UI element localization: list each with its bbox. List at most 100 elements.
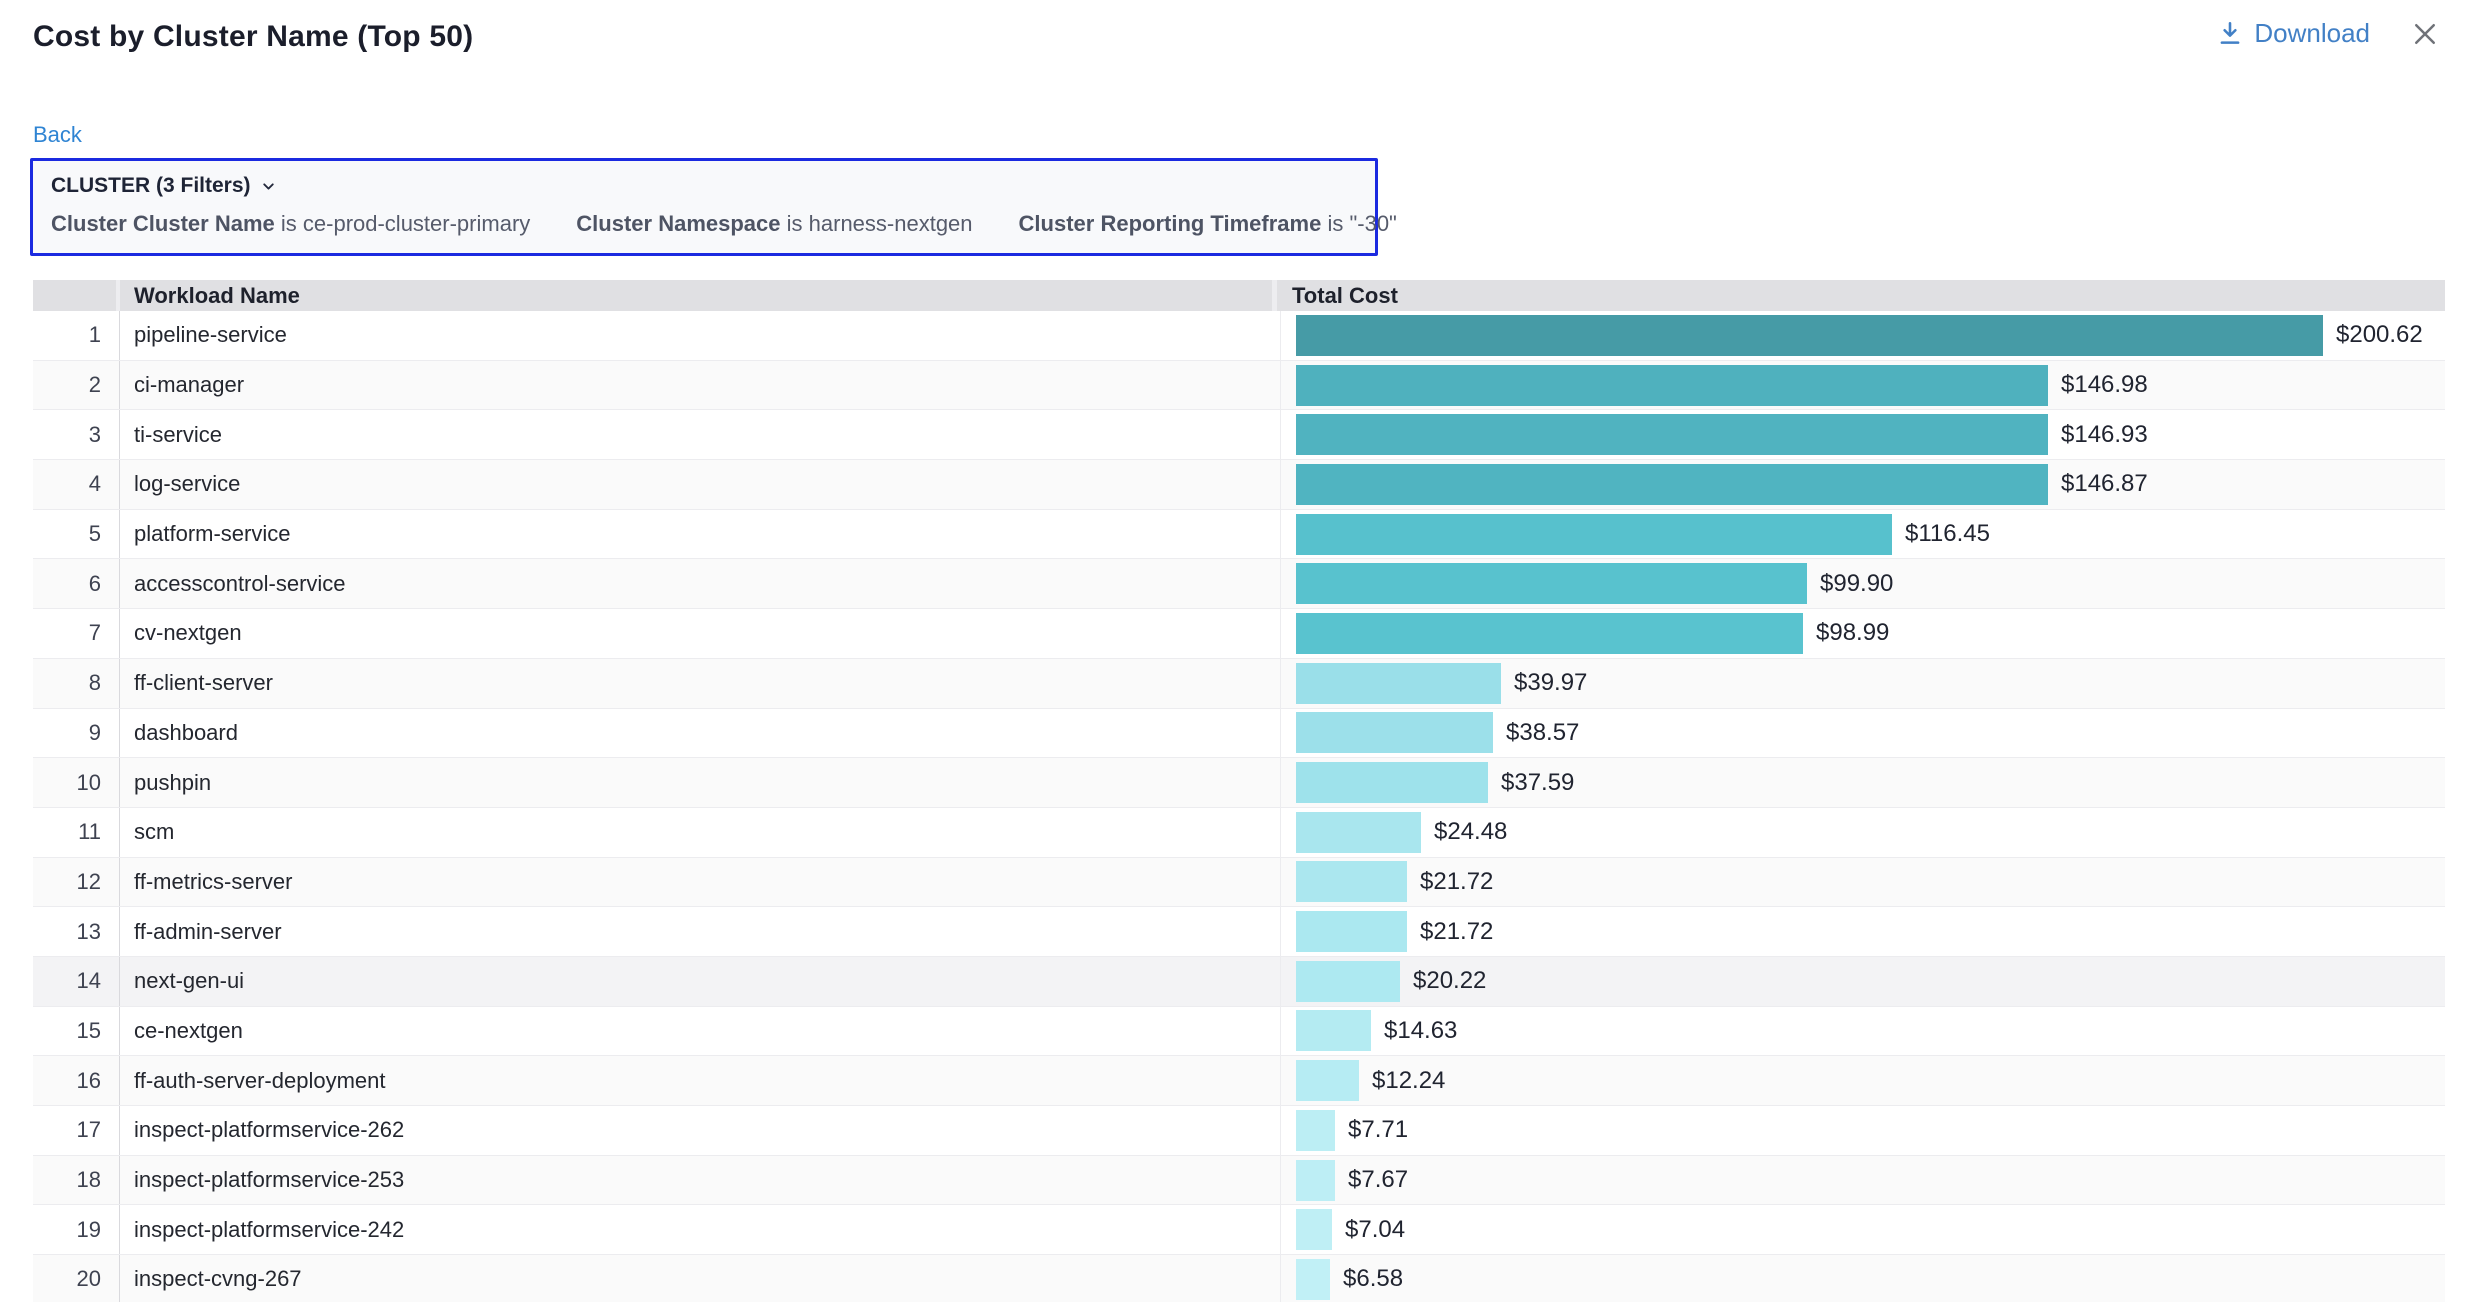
cost-value: $37.59 xyxy=(1501,769,1574,797)
table-row[interactable]: 1pipeline-service $200.62 xyxy=(33,311,2445,361)
close-icon xyxy=(2410,19,2440,49)
cost-bar xyxy=(1296,812,1421,853)
row-workload-name: dashboard xyxy=(120,709,1281,758)
table-row[interactable]: 15ce-nextgen$14.63 xyxy=(33,1007,2445,1057)
cost-bar xyxy=(1296,1110,1335,1151)
row-workload-name: accesscontrol-service xyxy=(120,559,1281,608)
row-rank: 1 xyxy=(33,311,120,360)
table-row[interactable]: 19inspect-platformservice-242$7.04 xyxy=(33,1205,2445,1255)
total-cost-column-header: Total Cost xyxy=(1277,280,2445,311)
back-link[interactable]: Back xyxy=(33,122,82,148)
row-workload-name: inspect-platformservice-242 xyxy=(120,1205,1281,1254)
cost-value: $146.98 xyxy=(2061,371,2148,399)
cost-value: $7.67 xyxy=(1348,1166,1408,1194)
download-button[interactable]: Download xyxy=(2217,18,2370,49)
row-workload-name: inspect-platformservice-253 xyxy=(120,1156,1281,1205)
row-cost-cell: $21.72 xyxy=(1281,907,2445,956)
cost-value: $14.63 xyxy=(1384,1017,1457,1045)
cost-value: $146.93 xyxy=(2061,421,2148,449)
row-cost-cell: $7.71 xyxy=(1281,1106,2445,1155)
table-row[interactable]: 3ti-service$146.93 xyxy=(33,410,2445,460)
row-cost-cell: $146.93 xyxy=(1281,410,2445,459)
cost-value: $6.58 xyxy=(1343,1265,1403,1293)
row-workload-name: ff-client-server xyxy=(120,659,1281,708)
row-cost-cell: $21.72 xyxy=(1281,858,2445,907)
row-rank: 18 xyxy=(33,1156,120,1205)
filter-details: Cluster Cluster Name is ce-prod-cluster-… xyxy=(51,211,1357,237)
table-row[interactable]: 13ff-admin-server$21.72 xyxy=(33,907,2445,957)
cost-value: $21.72 xyxy=(1420,868,1493,896)
table-row[interactable]: 5platform-service$116.45 xyxy=(33,510,2445,560)
table-row[interactable]: 10pushpin$37.59 xyxy=(33,758,2445,808)
cost-value: $200.62 xyxy=(2336,321,2423,349)
top-actions: Download xyxy=(2217,18,2440,49)
row-workload-name: pipeline-service xyxy=(120,311,1281,360)
row-rank: 7 xyxy=(33,609,120,658)
row-rank: 16 xyxy=(33,1056,120,1105)
filter-item-namespace: Cluster Namespace is harness-nextgen xyxy=(576,211,972,237)
row-cost-cell: $7.04 xyxy=(1281,1205,2445,1254)
row-cost-cell: $14.63 xyxy=(1281,1007,2445,1056)
row-cost-cell: $200.62 xyxy=(1281,311,2445,360)
row-rank: 2 xyxy=(33,361,120,410)
row-cost-cell: $37.59 xyxy=(1281,758,2445,807)
row-rank: 10 xyxy=(33,758,120,807)
table-row[interactable]: 18inspect-platformservice-253 $7.67 xyxy=(33,1156,2445,1206)
table-row[interactable]: 4log-service$146.87 xyxy=(33,460,2445,510)
cost-bar xyxy=(1296,663,1501,704)
row-cost-cell: $20.22 xyxy=(1281,957,2445,1006)
table-header: Workload Name Total Cost xyxy=(33,280,2445,311)
table-row[interactable]: 7cv-nextgen $98.99 xyxy=(33,609,2445,659)
cost-bar xyxy=(1296,1160,1335,1201)
cost-value: $38.57 xyxy=(1506,719,1579,747)
row-rank: 8 xyxy=(33,659,120,708)
cost-bar xyxy=(1296,514,1892,555)
row-rank: 11 xyxy=(33,808,120,857)
table-row[interactable]: 17inspect-platformservice-262$7.71 xyxy=(33,1106,2445,1156)
row-workload-name: inspect-cvng-267 xyxy=(120,1255,1281,1302)
cost-value: $39.97 xyxy=(1514,669,1587,697)
cost-bar xyxy=(1296,563,1807,604)
table-row[interactable]: 20inspect-cvng-267$6.58 xyxy=(33,1255,2445,1302)
table-row[interactable]: 16ff-auth-server-deployment$12.24 xyxy=(33,1056,2445,1106)
cost-bar xyxy=(1296,911,1407,952)
filter-item-timeframe: Cluster Reporting Timeframe is "-30" xyxy=(1019,211,1397,237)
filter-item-cluster-name: Cluster Cluster Name is ce-prod-cluster-… xyxy=(51,211,530,237)
cost-bar xyxy=(1296,1259,1330,1300)
cost-value: $98.99 xyxy=(1816,619,1889,647)
row-workload-name: cv-nextgen xyxy=(120,609,1281,658)
row-cost-cell: $39.97 xyxy=(1281,659,2445,708)
row-rank: 19 xyxy=(33,1205,120,1254)
cost-value: $7.71 xyxy=(1348,1116,1408,1144)
row-workload-name: inspect-platformservice-262 xyxy=(120,1106,1281,1155)
cost-bar xyxy=(1296,762,1488,803)
table-row[interactable]: 14next-gen-ui$20.22 xyxy=(33,957,2445,1007)
row-cost-cell: $98.99 xyxy=(1281,609,2445,658)
cost-bar xyxy=(1296,961,1400,1002)
filter-group-toggle[interactable]: CLUSTER (3 Filters) xyxy=(51,174,1357,198)
table-row[interactable]: 2ci-manager $146.98 xyxy=(33,361,2445,411)
table-row[interactable]: 12ff-metrics-server$21.72 xyxy=(33,858,2445,908)
row-workload-name: ci-manager xyxy=(120,361,1281,410)
table-row[interactable]: 6accesscontrol-service$99.90 xyxy=(33,559,2445,609)
download-icon xyxy=(2217,20,2243,48)
table-row[interactable]: 9dashboard $38.57 xyxy=(33,709,2445,759)
row-cost-cell: $146.87 xyxy=(1281,460,2445,509)
row-workload-name: platform-service xyxy=(120,510,1281,559)
chevron-down-icon xyxy=(260,178,277,195)
top-bar: Cost by Cluster Name (Top 50) Download xyxy=(0,0,2470,64)
row-cost-cell: $116.45 xyxy=(1281,510,2445,559)
row-cost-cell: $146.98 xyxy=(1281,361,2445,410)
table-row[interactable]: 11scm $24.48 xyxy=(33,808,2445,858)
cost-bar xyxy=(1296,1060,1359,1101)
row-rank: 9 xyxy=(33,709,120,758)
row-cost-cell: $7.67 xyxy=(1281,1156,2445,1205)
cost-value: $21.72 xyxy=(1420,918,1493,946)
table-row[interactable]: 8ff-client-server $39.97 xyxy=(33,659,2445,709)
row-workload-name: scm xyxy=(120,808,1281,857)
row-rank: 3 xyxy=(33,410,120,459)
row-rank: 12 xyxy=(33,858,120,907)
cost-value: $24.48 xyxy=(1434,818,1507,846)
cost-value: $12.24 xyxy=(1372,1067,1445,1095)
close-button[interactable] xyxy=(2410,19,2440,49)
